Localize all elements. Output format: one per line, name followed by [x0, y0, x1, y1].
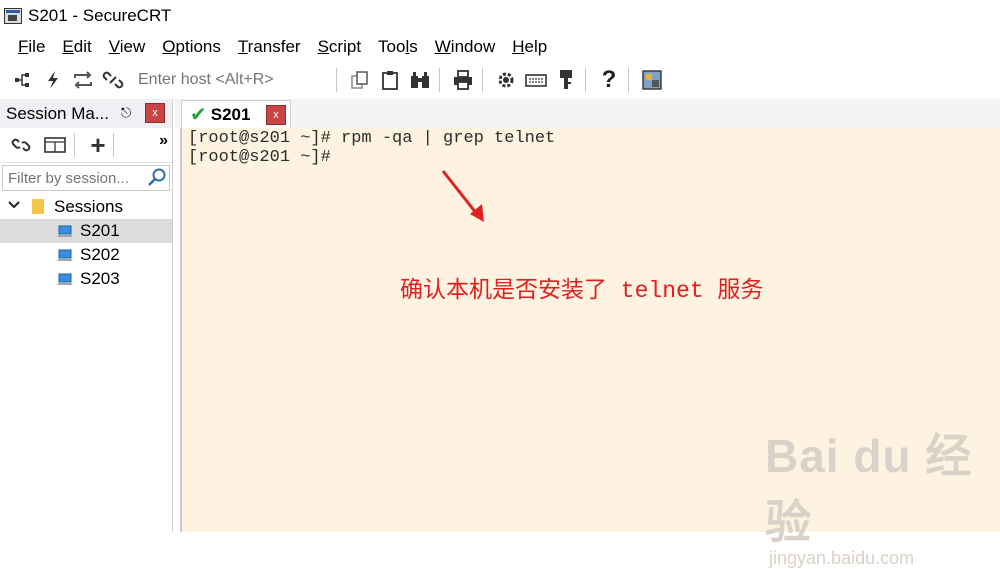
folder-icon — [32, 199, 44, 214]
toolbar-separator — [482, 68, 483, 92]
watermark-url: jingyan.baidu.com — [769, 548, 915, 568]
quick-connect-icon[interactable] — [40, 67, 66, 93]
disconnect-icon[interactable] — [100, 67, 126, 93]
connect-icon[interactable] — [10, 67, 36, 93]
session-manager-close-button[interactable]: x — [145, 103, 165, 123]
menu-options[interactable]: Options — [162, 37, 221, 57]
annotation-arrow — [441, 170, 484, 222]
terminal-line: [root@s201 ~]# — [188, 148, 331, 167]
window-title: S201 - SecureCRT — [28, 6, 172, 25]
chevron-down-icon[interactable] — [8, 199, 20, 213]
session-manager-header: Session Ma... ⎋ x — [0, 99, 172, 128]
toolbar-separator — [439, 68, 440, 92]
settings-icon[interactable] — [493, 67, 519, 93]
menu-help[interactable]: Help — [512, 37, 547, 57]
connected-check-icon: ✔ — [190, 104, 207, 126]
sftp-icon[interactable] — [639, 67, 665, 93]
toolbar-separator — [113, 133, 114, 157]
menu-tools[interactable]: Tools — [378, 37, 418, 57]
paste-icon[interactable] — [377, 67, 403, 93]
menu-edit[interactable]: Edit — [62, 37, 91, 57]
session-manager-panel: Session Ma... ⎋ x + » Sessions — [0, 99, 173, 532]
key-icon[interactable] — [553, 67, 579, 93]
watermark-main: Bai du 经验 — [765, 430, 973, 548]
session-manager-title: Session Ma... — [6, 103, 109, 123]
search-icon[interactable] — [147, 167, 167, 192]
toolbar-separator — [336, 68, 337, 92]
session-manager-toolbar: + » — [0, 128, 172, 163]
toolbar-separator — [628, 68, 629, 92]
tab-close-button[interactable]: x — [266, 105, 286, 125]
menu-transfer[interactable]: Transfer — [238, 37, 301, 57]
host-input[interactable] — [136, 70, 330, 90]
tree-item-s201[interactable]: S201 — [0, 219, 172, 243]
terminal-line: [root@s201 ~]# rpm -qa | grep telnet — [188, 129, 556, 148]
add-session-icon[interactable]: + — [85, 130, 111, 160]
link-icon[interactable] — [8, 132, 34, 158]
tree-item-label: S201 — [80, 221, 120, 240]
session-filter — [2, 165, 170, 191]
menu-script[interactable]: Script — [318, 37, 361, 57]
session-tab-bar: ✔ S201 x — [175, 99, 1000, 128]
title-bar: S201 - SecureCRT — [0, 0, 1000, 32]
copy-icon[interactable] — [347, 67, 373, 93]
tab-s201[interactable]: ✔ S201 x — [181, 100, 291, 128]
tree-item-s202[interactable]: S202 — [0, 243, 172, 267]
tree-item-label: S202 — [80, 245, 120, 264]
menu-view[interactable]: View — [109, 37, 146, 57]
toolbar-separator — [74, 133, 75, 157]
reconnect-icon[interactable] — [70, 67, 96, 93]
tree-folder-label: Sessions — [54, 197, 123, 216]
menu-bar: File Edit View Options Transfer Script T… — [0, 34, 1000, 60]
menu-file[interactable]: File — [18, 37, 45, 57]
print-icon[interactable] — [450, 67, 476, 93]
tree-folder-sessions[interactable]: Sessions — [0, 195, 172, 219]
help-icon[interactable]: ? — [596, 66, 622, 93]
find-icon[interactable] — [407, 67, 433, 93]
tree-item-s203[interactable]: S203 — [0, 267, 172, 291]
menu-window[interactable]: Window — [435, 37, 495, 57]
session-tree: Sessions S201 S202 S203 — [0, 195, 172, 291]
annotation-text: 确认本机是否安装了 telnet 服务 — [400, 278, 764, 304]
pin-icon[interactable]: ⎋ — [121, 105, 131, 121]
more-chevron-icon[interactable]: » — [159, 132, 168, 150]
baidu-watermark: Bai du 经验 jingyan.baidu.com — [765, 420, 1000, 569]
toolbar-separator — [585, 68, 586, 92]
terminal-output: [root@s201 ~]# rpm -qa | grep telnet [roo… — [188, 129, 1000, 167]
keymap-icon[interactable] — [523, 67, 549, 93]
tree-item-label: S203 — [80, 269, 120, 288]
computer-icon — [56, 224, 74, 238]
main-toolbar: ? — [0, 64, 1000, 96]
session-window-icon[interactable] — [42, 132, 68, 158]
computer-icon — [56, 272, 74, 286]
tab-label: S201 — [210, 104, 251, 124]
securecrt-app-icon — [4, 8, 22, 24]
computer-icon — [56, 248, 74, 262]
session-filter-input[interactable] — [6, 168, 150, 188]
